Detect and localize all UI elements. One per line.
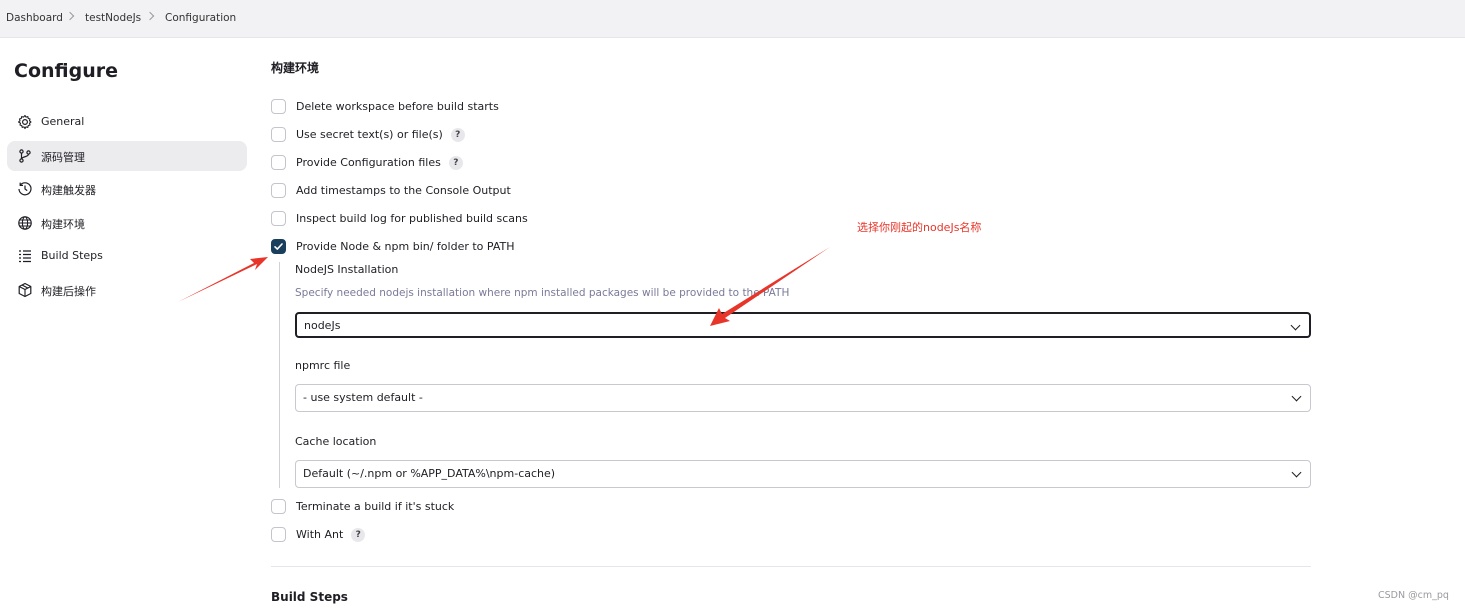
annotation-arrow-center xyxy=(710,247,830,326)
annotation-arrows xyxy=(178,247,830,326)
annotation-arrow-left xyxy=(178,257,268,302)
watermark: CSDN @cm_pq xyxy=(1378,590,1449,601)
